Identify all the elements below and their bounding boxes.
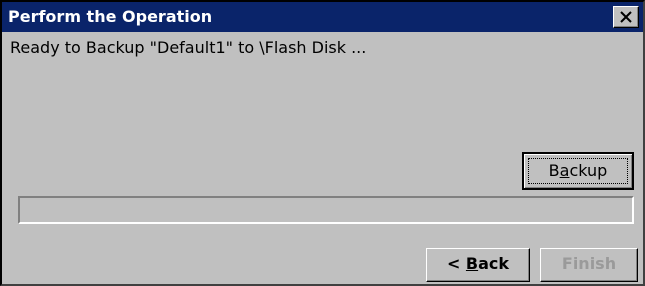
status-message: Ready to Backup "Default1" to \Flash Dis… (10, 38, 367, 57)
backup-label-pre: B (548, 161, 560, 180)
dialog-title: Perform the Operation (8, 7, 213, 26)
backup-label-accel: a (559, 161, 570, 180)
dialog-window: Perform the Operation Ready to Backup "D… (0, 0, 645, 286)
finish-button[interactable]: Finish (540, 248, 638, 282)
close-icon (620, 11, 632, 23)
close-button[interactable] (613, 6, 639, 28)
backup-button[interactable]: Backup (522, 152, 634, 190)
title-bar[interactable]: Perform the Operation (2, 2, 643, 32)
back-label-pre: < (446, 254, 466, 273)
back-label-accel: B (465, 254, 479, 273)
back-label-post: ack (478, 254, 510, 273)
backup-label-post: ckup (569, 161, 608, 180)
back-button[interactable]: < Back (426, 248, 530, 282)
progress-bar (18, 196, 634, 224)
